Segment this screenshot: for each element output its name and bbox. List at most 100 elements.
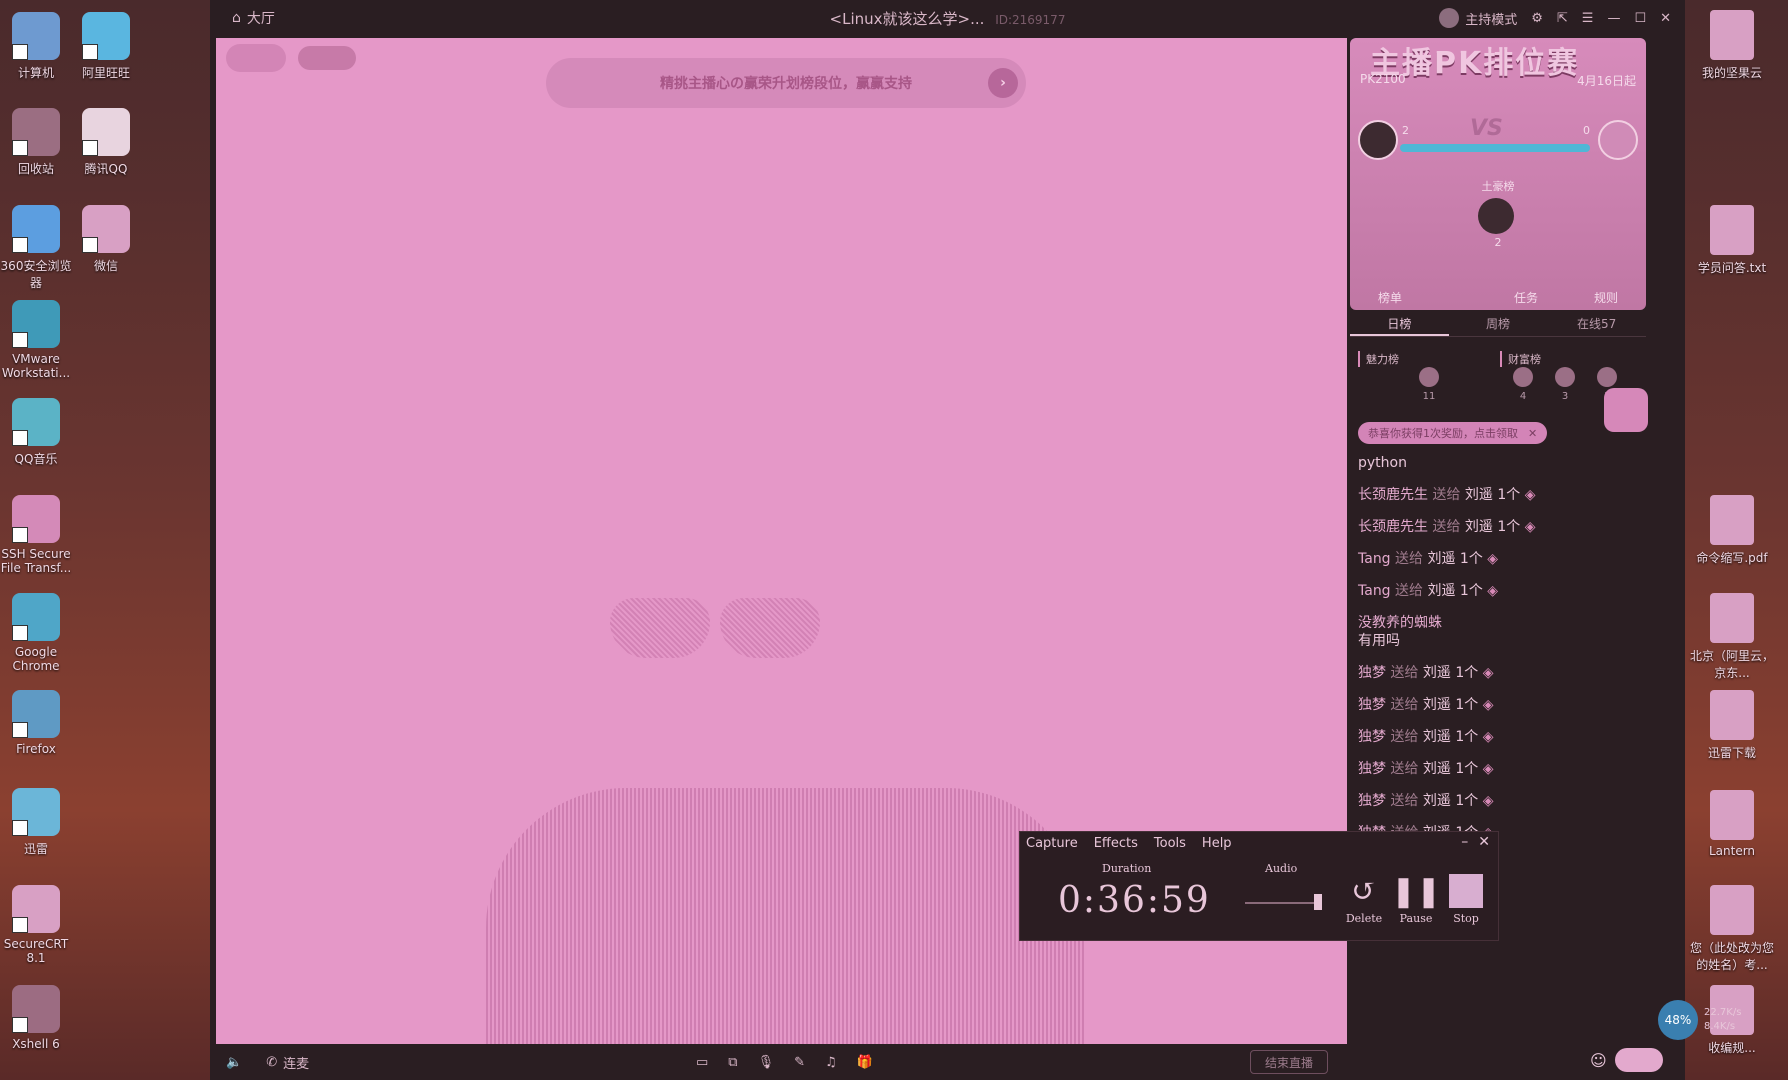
menu-icon[interactable]: ☰ (1582, 11, 1594, 26)
desktop-icon-label: SSH Secure File Transf... (0, 547, 72, 575)
pk-actions: 榜单 任务 规则 (1350, 289, 1646, 306)
avatar (1555, 367, 1575, 387)
minimize-icon[interactable]: — (1607, 11, 1620, 26)
chat-target: 刘遥 1个 (1422, 761, 1479, 777)
chat-text: python (1358, 455, 1407, 471)
desktop-icon[interactable]: 北京（阿里云，京东... (1690, 593, 1774, 681)
promo-banner[interactable]: 精挑主播心の赢荣升划榜段位，赢赢支持 › (546, 58, 1026, 108)
audio-slider-handle[interactable] (1314, 894, 1322, 910)
pk-action-board[interactable]: 榜单 (1378, 289, 1402, 306)
pk-action-rules[interactable]: 规则 (1594, 289, 1618, 306)
maximize-icon[interactable]: ☐ (1634, 11, 1646, 26)
music-icon[interactable]: ♫ (825, 1055, 837, 1070)
desktop-icon-label: QQ音乐 (14, 452, 58, 466)
menu-help[interactable]: Help (1202, 836, 1232, 851)
desktop-icon[interactable]: 命令缩写.pdf (1690, 495, 1774, 566)
desktop-icon[interactable]: 迅雷下载 (1690, 690, 1774, 761)
app-icon (12, 300, 60, 348)
gift-badge-icon: ◈ (1520, 519, 1536, 535)
desktop-icon[interactable]: VMware Workstati... (0, 300, 72, 380)
desktop-icon[interactable]: 计算机 (0, 12, 72, 81)
desktop-icon[interactable]: 回收站 (0, 108, 72, 177)
microphone-icon[interactable]: 🎙 (758, 1055, 775, 1070)
wealth-board-label: 财富榜 (1500, 351, 1541, 367)
close-icon[interactable]: ✕ (1478, 834, 1490, 850)
pk-ranking-card[interactable]: 主播PK排位赛 PK2100 4月16日起 2 VS 0 土豪榜 2 榜单 任务… (1350, 38, 1646, 310)
send-button[interactable] (1614, 1048, 1663, 1072)
avatar (1597, 367, 1617, 387)
pk-action-task[interactable]: 任务 (1514, 289, 1538, 306)
camera-off-icon[interactable]: ▭ (696, 1055, 708, 1070)
desktop-icon[interactable]: 腾讯QQ (70, 108, 142, 177)
wealth-rank-chip[interactable]: 4 (1512, 367, 1534, 402)
host-mode-toggle[interactable]: 主持模式 (1439, 8, 1517, 28)
desktop-icon[interactable]: SSH Secure File Transf... (0, 495, 72, 575)
tab-online[interactable]: 在线57 (1547, 313, 1646, 336)
gift-badge-icon: ◈ (1478, 729, 1494, 745)
desktop-icon[interactable]: 阿里旺旺 (70, 12, 142, 81)
pk-mid-count: 2 (1494, 236, 1502, 249)
end-live-button[interactable]: 结束直播 (1250, 1050, 1329, 1074)
desktop-icon[interactable]: Xshell 6 (0, 985, 72, 1051)
app-icon (12, 495, 60, 543)
edit-icon[interactable]: ✎ (794, 1055, 805, 1070)
end-live-label: 结束直播 (1265, 1055, 1314, 1070)
cpu-usage[interactable]: 48% (1658, 1000, 1698, 1040)
follow-chip[interactable] (298, 46, 356, 70)
desktop-icon-label: Lantern (1708, 844, 1756, 858)
desktop-icon[interactable]: SecureCRT 8.1 (0, 885, 72, 965)
bottom-toolbar: 🔈 ✆ 连麦 ▭ ⧉ 🎙 ✎ ♫ 🎁 结束直播 (210, 1044, 1347, 1080)
stop-icon (1444, 872, 1488, 910)
charm-rank-chip[interactable]: 11 (1418, 367, 1440, 402)
gift-badge-icon: ◈ (1478, 665, 1494, 681)
audio-slider[interactable] (1245, 902, 1320, 904)
desktop-icon[interactable]: 360安全浏览器 (0, 205, 72, 291)
tab-weekly[interactable]: 周榜 (1449, 313, 1548, 336)
chat-message: 独梦 送给 刘遥 1个 ◈ (1358, 664, 1638, 682)
chat-verb: 送给 (1390, 697, 1419, 713)
desktop-icon-label: VMware Workstati... (1, 352, 71, 380)
delete-button[interactable]: ↺ Delete (1342, 872, 1386, 926)
host-avatar-chip[interactable] (226, 44, 286, 72)
menu-tools[interactable]: Tools (1154, 836, 1186, 851)
tab-daily[interactable]: 日榜 (1350, 313, 1449, 336)
wealth-rank-chip[interactable]: 3 (1554, 367, 1576, 402)
rocket-icon[interactable] (1604, 388, 1648, 432)
settings-icon[interactable]: ⚙ (1531, 11, 1543, 26)
desktop-icon[interactable]: 我的坚果云 (1690, 10, 1774, 81)
desktop-icon[interactable]: QQ音乐 (0, 398, 72, 467)
file-icon (1710, 790, 1754, 840)
desktop-icon[interactable]: Lantern (1690, 790, 1774, 858)
pause-button[interactable]: ❚❚ Pause (1391, 872, 1441, 926)
desktop-icon[interactable]: 微信 (70, 205, 142, 274)
app-icon (12, 788, 60, 836)
chat-target: 刘遥 1个 (1464, 487, 1521, 503)
popout-icon[interactable]: ⇱ (1557, 11, 1568, 26)
volume-icon[interactable]: 🔈 (226, 1055, 242, 1070)
desktop-icon-label: Firefox (16, 742, 56, 756)
desktop-icon[interactable]: Firefox (0, 690, 72, 756)
gift-badge-icon: ◈ (1478, 761, 1494, 777)
desktop-icon[interactable]: Google Chrome (0, 593, 72, 673)
chat-username: 独梦 (1358, 665, 1386, 681)
chat-username: 独梦 (1358, 761, 1386, 777)
menu-effects[interactable]: Effects (1094, 836, 1138, 851)
app-icon (82, 205, 130, 253)
reward-notice[interactable]: 恭喜你获得1次奖励，点击领取 ✕ (1358, 422, 1548, 444)
minimize-icon[interactable]: – (1461, 834, 1468, 850)
desktop-icon[interactable]: 您（此处改为您的姓名）考... (1690, 885, 1774, 973)
chat-username: 独梦 (1358, 697, 1386, 713)
desktop-icon[interactable]: 学员问答.txt (1690, 205, 1774, 276)
close-icon[interactable]: ✕ (1660, 11, 1671, 26)
stop-button[interactable]: Stop (1444, 872, 1488, 925)
gift-icon[interactable]: 🎁 (857, 1055, 873, 1070)
gift-badge-icon: ◈ (1478, 793, 1494, 809)
chat-verb: 送给 (1390, 665, 1419, 681)
menu-capture[interactable]: Capture (1026, 836, 1078, 851)
chat-username: 独梦 (1358, 729, 1386, 745)
screen-share-icon[interactable]: ⧉ (728, 1055, 737, 1070)
close-icon[interactable]: ✕ (1528, 427, 1537, 440)
desktop-icon[interactable]: 迅雷 (0, 788, 72, 857)
connect-mic-button[interactable]: ✆ 连麦 (266, 1053, 309, 1072)
emoji-icon[interactable]: ☺ (1590, 1051, 1607, 1070)
